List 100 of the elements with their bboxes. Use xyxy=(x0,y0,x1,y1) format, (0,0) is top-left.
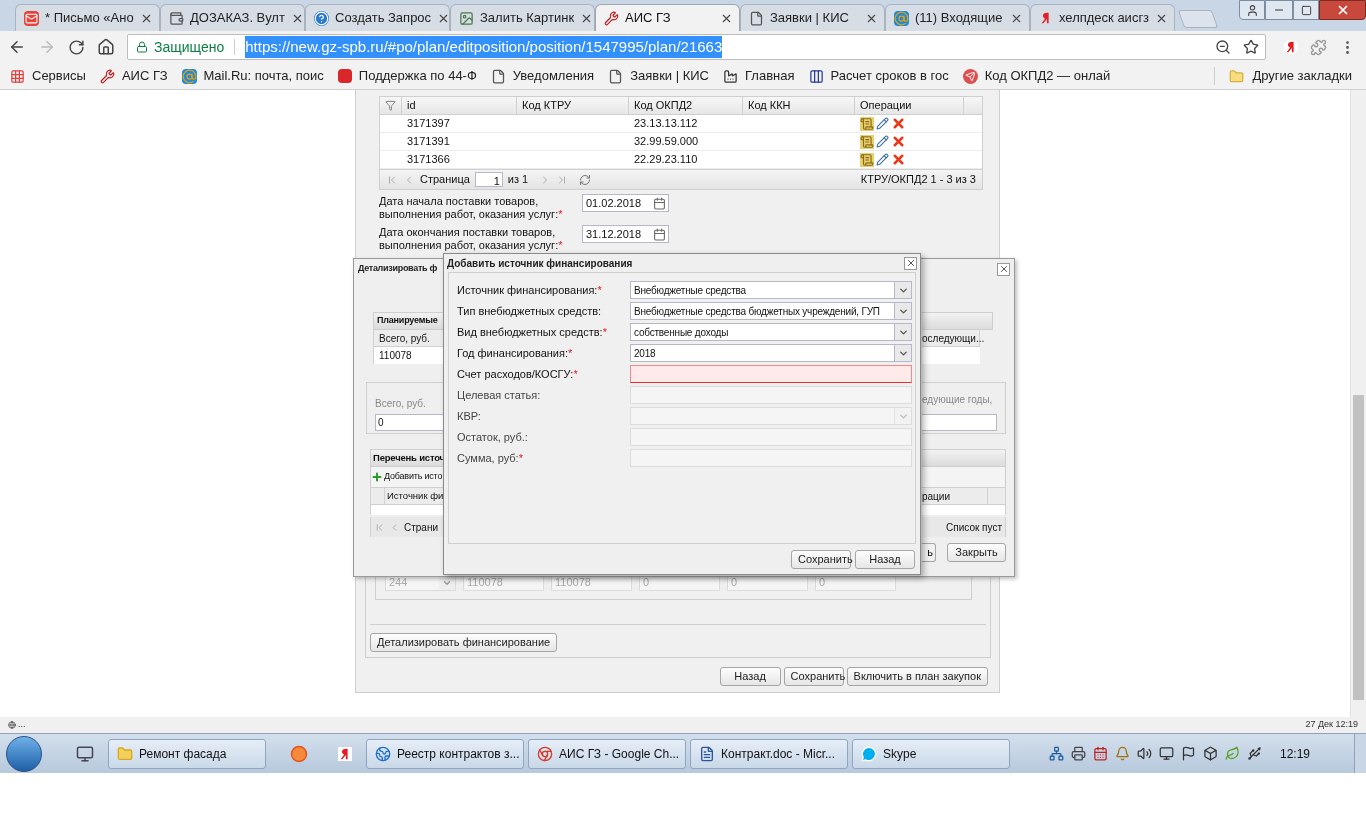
browser-tab[interactable]: хелпдеск аисгз xyxy=(1030,4,1175,31)
box-icon[interactable] xyxy=(1202,746,1218,761)
date-field[interactable]: 31.12.2018 xyxy=(582,225,669,243)
column-header[interactable]: Код КТРУ xyxy=(517,97,629,114)
section-header xyxy=(922,312,993,330)
browser-tab[interactable]: * Письмо «Ано xyxy=(15,4,160,31)
pencil-icon[interactable] xyxy=(876,117,889,130)
delete-icon[interactable] xyxy=(891,134,906,149)
close-dialog-button[interactable]: Закрыть xyxy=(947,543,1006,562)
logo-icon xyxy=(337,69,352,83)
calendar-icon[interactable] xyxy=(653,227,666,241)
page-input[interactable]: 1 xyxy=(474,172,503,187)
form-button[interactable]: Назад xyxy=(719,667,781,686)
scroll-icon[interactable] xyxy=(860,152,874,167)
taskbar-item[interactable]: Skype xyxy=(852,738,1010,769)
reload-icon[interactable] xyxy=(68,38,85,56)
bookmark-item[interactable]: АИС ГЗ xyxy=(99,66,168,86)
column-header[interactable]: Код ККН xyxy=(743,97,855,114)
bookmark-item[interactable]: Главная xyxy=(723,66,795,86)
scroll-icon[interactable] xyxy=(860,116,874,131)
browser-tab[interactable]: Заявки | КИС xyxy=(740,4,885,31)
form-button[interactable]: Сохранить xyxy=(783,667,844,686)
filter-icon[interactable] xyxy=(385,100,396,111)
bookmark-item[interactable]: Уведомления xyxy=(490,66,595,86)
monitor-icon[interactable] xyxy=(1158,746,1174,761)
browser-tab[interactable]: ДОЗАКАЗ. Вулт xyxy=(160,4,305,31)
pencil-icon[interactable] xyxy=(876,153,889,166)
delete-icon[interactable] xyxy=(891,116,906,131)
calendar-icon[interactable] xyxy=(653,196,666,210)
dropdown[interactable]: Внебюджетные средства бюджетных учреждений, ГУП xyxy=(630,302,912,320)
profile-button[interactable] xyxy=(1239,0,1265,20)
dialog-button[interactable]: Сохранить xyxy=(791,549,851,569)
clock-text[interactable]: 12:19 xyxy=(1279,744,1310,763)
monitor-icon[interactable] xyxy=(76,744,94,763)
minimize-button[interactable] xyxy=(1265,0,1293,20)
dropdown[interactable]: собственные доходы xyxy=(630,323,912,341)
extension-icon[interactable] xyxy=(1310,38,1327,56)
browser-tab[interactable]: Залить Картинк xyxy=(450,4,595,31)
bookmark-item[interactable]: Сервисы xyxy=(10,66,86,86)
calendar-icon[interactable] xyxy=(1092,746,1108,761)
bookmark-item[interactable]: Mail.Ru: почта, поис xyxy=(181,66,324,86)
apps-icon xyxy=(10,68,25,84)
taskbar-item[interactable]: Контракт.doc - Micr... xyxy=(690,738,848,769)
column-header[interactable]: id xyxy=(402,97,517,114)
input-field[interactable]: 0 xyxy=(375,414,444,431)
browser-tab[interactable]: (11) Входящие xyxy=(885,4,1030,31)
network-icon[interactable] xyxy=(1048,746,1064,761)
flag-icon[interactable] xyxy=(1180,746,1196,761)
send-icon xyxy=(962,68,978,84)
column-header[interactable]: Код ОКПД2 xyxy=(629,97,743,114)
bookmark-folder[interactable]: Другие закладки xyxy=(1229,66,1352,86)
date-field[interactable]: 01.02.2018 xyxy=(582,194,669,212)
address-bar[interactable]: Защищено https://new.gz-spb.ru/#po/plan/editposition/position/1547995/plan/21663 xyxy=(127,34,1266,60)
field-label: едующие годы, xyxy=(922,393,994,407)
close-button[interactable] xyxy=(1319,0,1366,20)
usb-icon[interactable] xyxy=(1246,746,1262,761)
dropdown[interactable]: 2018 xyxy=(630,344,912,362)
zoom-out-icon[interactable] xyxy=(1215,39,1231,55)
volume-icon[interactable] xyxy=(1136,746,1152,761)
bookmark-item[interactable]: Код ОКПД2 — онлай xyxy=(962,66,1111,86)
taskbar-item[interactable]: Ремонт фасада xyxy=(108,738,266,769)
taskbar-item[interactable]: Реестр контрактов з... xyxy=(366,738,524,769)
home-icon[interactable] xyxy=(97,38,115,56)
bell-icon[interactable] xyxy=(1114,746,1130,761)
dialog-button[interactable]: Назад xyxy=(855,549,915,569)
taskbar-item[interactable]: АИС ГЗ - Google Ch... xyxy=(528,738,686,769)
input-field[interactable] xyxy=(630,365,912,383)
plus-icon xyxy=(371,471,383,483)
folder-icon xyxy=(117,745,133,762)
bookmark-star-icon[interactable] xyxy=(1243,39,1259,55)
dialog-title: Добавить источник финансирования xyxy=(447,256,633,271)
delete-icon[interactable] xyxy=(891,152,906,167)
form-button[interactable]: Включить в план закупок xyxy=(846,667,988,686)
pencil-icon[interactable] xyxy=(876,135,889,148)
column-header[interactable]: Операции xyxy=(855,97,964,114)
input-field[interactable] xyxy=(922,414,997,431)
page-label: Страни xyxy=(404,520,439,535)
bookmark-item[interactable]: Поддержка по 44-Ф xyxy=(337,66,477,86)
bookmark-item[interactable]: Заявки | КИС xyxy=(608,66,709,86)
detail-financing-button[interactable]: Детализировать финансирование xyxy=(370,633,558,652)
browser-icon xyxy=(537,745,553,762)
dropdown[interactable]: Внебюджетные средства xyxy=(630,281,912,299)
close-button[interactable] xyxy=(904,256,917,270)
app-icon[interactable] xyxy=(290,744,308,763)
scrollbar[interactable] xyxy=(1350,90,1366,717)
field-label: Счет расходов/КОСГУ:* xyxy=(456,366,579,382)
refresh-icon[interactable] xyxy=(579,173,592,186)
bookmark-item[interactable]: Расчет сроков в гос xyxy=(808,66,949,86)
browser-tab[interactable]: Создать Запрос xyxy=(305,4,450,31)
printer-icon[interactable] xyxy=(1070,746,1086,761)
column-header[interactable]: рации xyxy=(922,487,988,505)
scrollbar-thumb[interactable] xyxy=(1353,395,1364,700)
column-header[interactable]: Всего, руб. xyxy=(373,330,444,347)
close-button[interactable] xyxy=(997,262,1010,276)
browser-tab[interactable]: АИС ГЗ xyxy=(595,4,740,31)
maximize-button[interactable] xyxy=(1293,0,1319,20)
start-button[interactable] xyxy=(6,735,42,772)
dialog-button[interactable]: ь xyxy=(922,543,936,562)
scroll-icon[interactable] xyxy=(860,134,874,149)
back-icon[interactable] xyxy=(8,38,26,56)
